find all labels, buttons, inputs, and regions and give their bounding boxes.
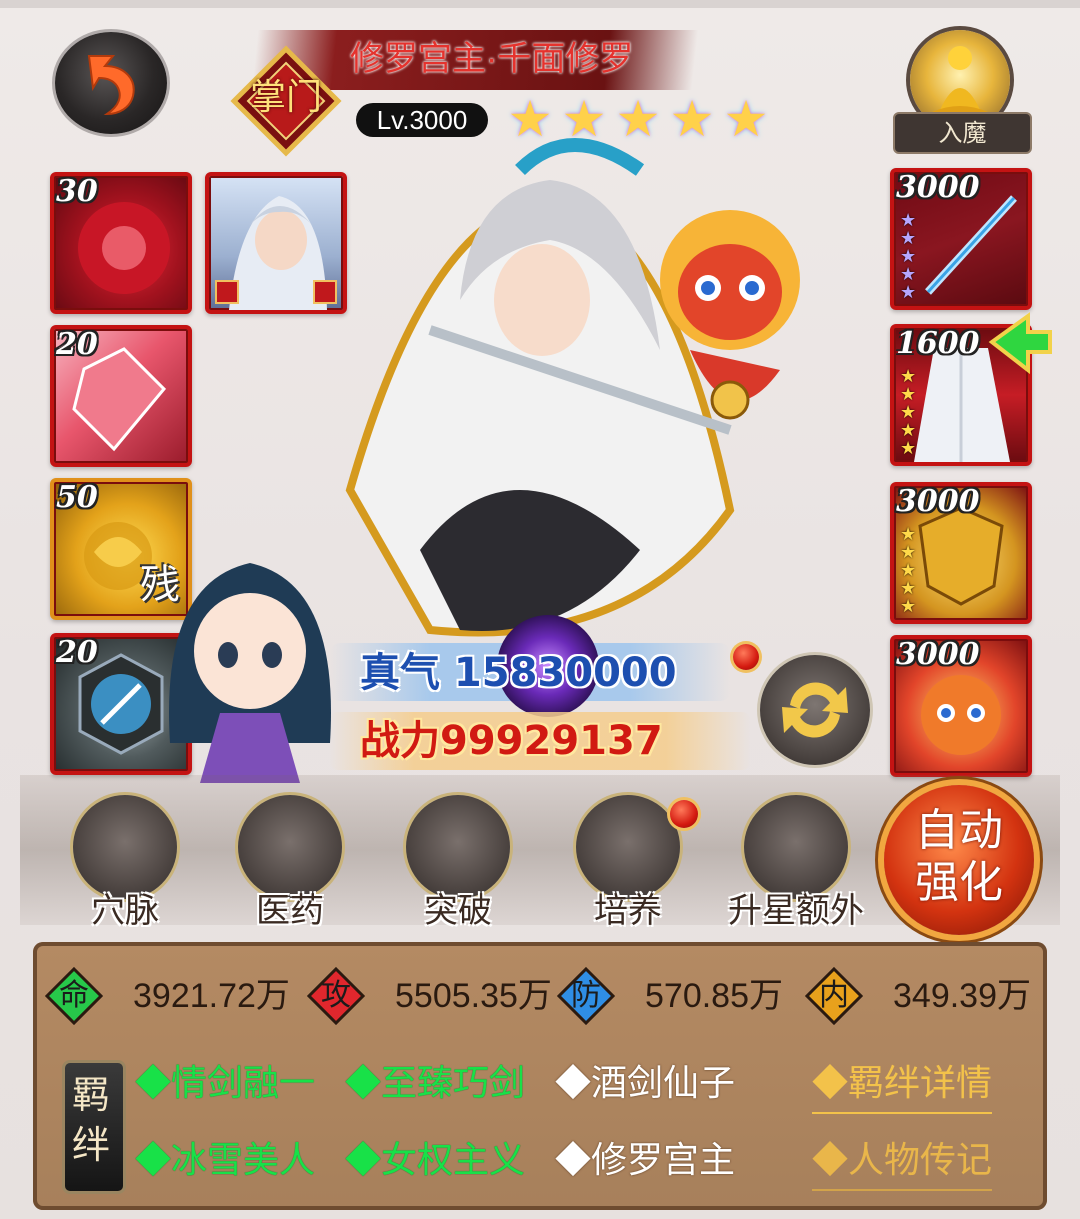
function-label: 医药 bbox=[256, 891, 324, 931]
bond-tag-label: 羁绊 bbox=[71, 1073, 110, 1167]
item-level: 3000 bbox=[896, 170, 980, 205]
equip-slot-2[interactable]: 20 bbox=[50, 325, 192, 467]
combat-power: 战力99929137 bbox=[360, 718, 663, 764]
bond-item[interactable]: ◆情剑融一 bbox=[135, 1058, 315, 1108]
bond-item[interactable]: ◆女权主义 bbox=[345, 1135, 525, 1185]
item-level: 20 bbox=[56, 635, 98, 670]
item-level: 1600 bbox=[896, 326, 980, 361]
pet-slot[interactable]: 3000 bbox=[890, 635, 1032, 777]
bond-item[interactable]: ◆酒剑仙子 bbox=[555, 1058, 735, 1108]
item-level: 30 bbox=[56, 174, 98, 209]
character-bio-link[interactable]: ◆人物传记 bbox=[812, 1135, 993, 1191]
function-label: 突破 bbox=[424, 891, 492, 931]
item-level: 3000 bbox=[896, 637, 980, 672]
sect-label: 掌门 bbox=[249, 77, 322, 118]
refresh-button[interactable] bbox=[760, 655, 870, 765]
weapon-slot[interactable]: 3000 ★ ★ ★ ★ ★ bbox=[890, 168, 1032, 310]
refresh-icon bbox=[782, 682, 848, 738]
fairy-guide-character bbox=[150, 543, 350, 783]
function-label: 穴脉 bbox=[91, 891, 159, 931]
notification-dot-icon bbox=[670, 800, 698, 828]
bond-item[interactable]: ◆修罗宫主 bbox=[555, 1135, 735, 1185]
attribute-diamond-icon: 内 bbox=[805, 967, 863, 1025]
rumo-label[interactable]: 入魔 bbox=[893, 112, 1032, 154]
upgrade-arrow-icon bbox=[988, 312, 1052, 378]
bond-item[interactable]: ◆冰雪美人 bbox=[135, 1135, 315, 1185]
function-label: 培养 bbox=[594, 891, 662, 931]
zhenqi-value: 真气 15830000 bbox=[360, 650, 677, 696]
bond-details-link[interactable]: ◆羁绊详情 bbox=[812, 1058, 993, 1114]
top-frame bbox=[0, 0, 1080, 8]
function-button-herb-medicine[interactable]: 医药 bbox=[230, 795, 350, 945]
attribute-value: 5505.35万 bbox=[395, 977, 552, 1015]
item-stars: ★ ★ ★ ★ ★ bbox=[900, 524, 917, 617]
hero-title: 修罗宫主·千面修罗 bbox=[350, 40, 634, 78]
attribute-value: 570.85万 bbox=[645, 977, 783, 1015]
function-button-meridian-figure[interactable]: 穴脉 bbox=[65, 795, 185, 945]
item-level: 20 bbox=[56, 327, 98, 362]
attribute-value: 3921.72万 bbox=[133, 977, 290, 1015]
auto-enhance-label: 自动 强化 bbox=[915, 805, 1003, 908]
dragon-companion bbox=[660, 210, 800, 420]
attribute-diamond-icon: 命 bbox=[45, 967, 103, 1025]
notification-dot-icon bbox=[733, 644, 759, 670]
equip-slot-1[interactable]: 30 bbox=[50, 172, 192, 314]
attribute-diamond-icon: 防 bbox=[557, 967, 615, 1025]
item-stars: ★ ★ ★ ★ ★ bbox=[900, 210, 917, 303]
function-label: 升星额外 bbox=[728, 891, 864, 931]
bond-item[interactable]: ◆至臻巧剑 bbox=[345, 1058, 525, 1108]
back-arrow-icon bbox=[87, 55, 135, 116]
attribute-value: 349.39万 bbox=[893, 977, 1031, 1015]
shield-slot[interactable]: 3000 ★ ★ ★ ★ ★ bbox=[890, 482, 1032, 624]
function-button-breakthrough-scholar[interactable]: 突破 bbox=[398, 795, 518, 945]
attribute-diamond-icon: 攻 bbox=[307, 967, 365, 1025]
item-level: 3000 bbox=[896, 484, 980, 519]
function-button-star-up-armor[interactable]: 升星额外 bbox=[728, 795, 864, 945]
back-button[interactable] bbox=[55, 32, 167, 134]
item-level: 50 bbox=[56, 480, 98, 515]
item-stars: ★ ★ ★ ★ ★ bbox=[900, 366, 917, 459]
hero-character-art bbox=[310, 130, 800, 650]
attribute-row: 命 3921.72万攻 5505.35万防 570.85万内 349.39万 bbox=[45, 965, 1045, 1027]
